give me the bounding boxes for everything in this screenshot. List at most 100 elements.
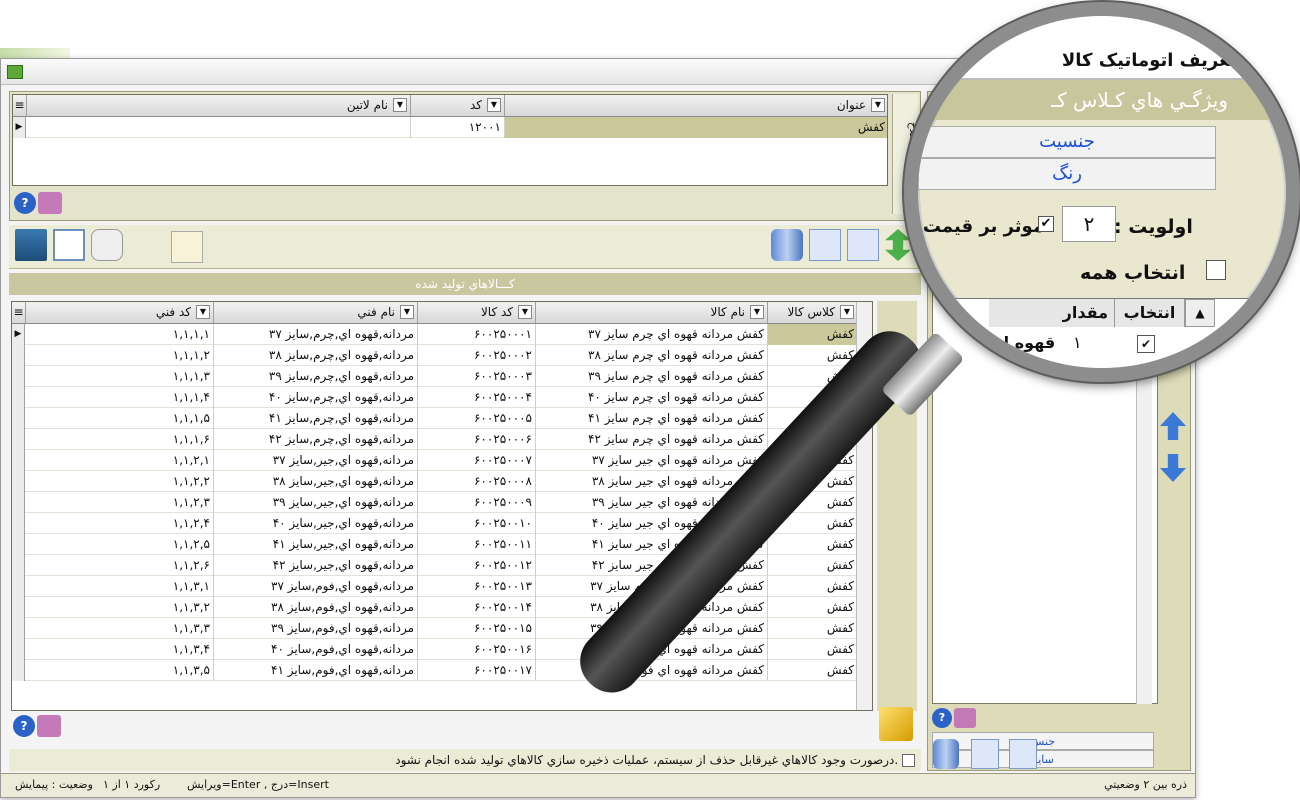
cell-tech-code[interactable]: ۱,۱,۳,۴ — [26, 639, 214, 660]
cell-tech-code[interactable]: ۱,۱,۱,۵ — [26, 408, 214, 429]
zoomed-prop-item[interactable]: جنسيت — [918, 126, 1216, 158]
mailbox-icon[interactable] — [37, 715, 61, 737]
cell-tech-code[interactable]: ۱,۱,۳,۱ — [26, 576, 214, 597]
table-row[interactable]: کفشکفش مردانه قهوه اي فوم سايز ۳۸۶۰۰۲۵۰۰… — [12, 597, 872, 618]
cell-item-name[interactable]: کفش مردانه قهوه اي چرم سايز ۳۹ — [536, 366, 768, 387]
cell-class[interactable]: کفش — [768, 324, 858, 345]
grid-menu-icon[interactable]: ≡ — [13, 95, 27, 117]
cell-tech-code[interactable]: ۱,۱,۱,۲ — [26, 345, 214, 366]
col-header-tech-code[interactable]: کد فني ▼ — [26, 302, 214, 324]
cell-item-name[interactable]: کفش مردانه قهوه اي چرم سايز ۳۸ — [536, 345, 768, 366]
chevron-down-icon[interactable]: ▼ — [840, 305, 854, 319]
cell-item-code[interactable]: ۶۰۰۲۵۰۰۰۱ — [418, 324, 536, 345]
cell-tech-name[interactable]: مردانه,قهوه اي,جير,سايز ۳۹ — [214, 492, 418, 513]
col-header-item-name[interactable]: نام كالا ▼ — [536, 302, 768, 324]
cell-tech-name[interactable]: مردانه,قهوه اي,فوم,سايز ۳۹ — [214, 618, 418, 639]
zoomed-prop-item[interactable]: رنگ — [918, 158, 1216, 190]
cell-latin[interactable] — [27, 117, 411, 138]
cell-item-code[interactable]: ۶۰۰۲۵۰۰۰۸ — [418, 471, 536, 492]
cell-item-code[interactable]: ۶۰۰۲۵۰۰۰۹ — [418, 492, 536, 513]
cell-tech-code[interactable]: ۱,۱,۲,۲ — [26, 471, 214, 492]
help-icon[interactable]: ? — [14, 192, 36, 214]
cell-class[interactable]: کفش — [768, 660, 858, 681]
cell-tech-name[interactable]: مردانه,قهوه اي,فوم,سايز ۳۸ — [214, 597, 418, 618]
help-icon[interactable]: ? — [932, 708, 952, 728]
cell-code[interactable]: ۱۲۰۰۱ — [411, 117, 505, 138]
chevron-down-icon[interactable]: ▼ — [196, 305, 210, 319]
col-header-item-code[interactable]: کد كالا ▼ — [418, 302, 536, 324]
cell-tech-name[interactable]: مردانه,قهوه اي,جير,سايز ۴۲ — [214, 555, 418, 576]
cell-class[interactable]: کفش — [768, 597, 858, 618]
cell-item-name[interactable]: کفش مردانه قهوه اي جير سايز ۳۷ — [536, 450, 768, 471]
mailbox-icon[interactable] — [954, 708, 976, 728]
chevron-down-icon[interactable]: ▼ — [487, 98, 501, 112]
cell-item-code[interactable]: ۶۰۰۲۵۰۰۰۵ — [418, 408, 536, 429]
arrow-down-icon[interactable] — [1160, 454, 1186, 482]
mailbox-icon[interactable] — [38, 192, 62, 214]
cell-item-code[interactable]: ۶۰۰۲۵۰۰۱۳ — [418, 576, 536, 597]
form-edit-icon[interactable] — [171, 231, 203, 263]
delete-icon[interactable] — [771, 229, 803, 261]
chevron-down-icon[interactable]: ▼ — [518, 305, 532, 319]
cell-tech-code[interactable]: ۱,۱,۳,۳ — [26, 618, 214, 639]
cell-tech-code[interactable]: ۱,۱,۱,۱ — [26, 324, 214, 345]
add-box-icon[interactable] — [879, 707, 913, 741]
cell-tech-name[interactable]: مردانه,قهوه اي,جير,سايز ۳۸ — [214, 471, 418, 492]
table-row[interactable]: کفشکفش مردانه قهوه اي جير سايز ۳۷۶۰۰۲۵۰۰… — [12, 450, 872, 471]
cell-tech-code[interactable]: ۱,۱,۲,۶ — [26, 555, 214, 576]
table-row[interactable]: کفشکفش مردانه قهوه اي فوم سايز ۴۰۶۰۰۲۵۰۰… — [12, 639, 872, 660]
edit-icon[interactable] — [971, 739, 999, 769]
zoomed-col-select[interactable]: انتخاب — [1115, 299, 1185, 327]
cell-tech-name[interactable]: مردانه,قهوه اي,فوم,سايز ۳۷ — [214, 576, 418, 597]
cell-tech-name[interactable]: مردانه,قهوه اي,جير,سايز ۴۱ — [214, 534, 418, 555]
cell-tech-name[interactable]: مردانه,قهوه اي,چرم,سايز ۴۲ — [214, 429, 418, 450]
cell-item-name[interactable]: کفش مردانه قهوه اي چرم سايز ۴۰ — [536, 387, 768, 408]
table-row[interactable]: کفش کفش مردانه قهوه اي چرم سايز ۳۸ ۶۰۰۲۵۰۰… — [12, 345, 872, 366]
prevent-save-option[interactable]: درصورت وجود كالاهاي غيرقابل حذف از سيستم… — [9, 749, 921, 771]
zoomed-row-1[interactable]: ✔ ۱ قهوه اي — [989, 329, 1185, 359]
cell-tech-name[interactable]: مردانه,قهوه اي,چرم,سايز ۳۹ — [214, 366, 418, 387]
cell-item-code[interactable]: ۶۰۰۲۵۰۰۱۴ — [418, 597, 536, 618]
grid-menu-icon[interactable]: ≡ — [12, 302, 26, 324]
chevron-down-icon[interactable]: ▼ — [750, 305, 764, 319]
cell-tech-code[interactable]: ۱,۱,۱,۳ — [26, 366, 214, 387]
cell-item-code[interactable]: ۶۰۰۲۵۰۰۱۶ — [418, 639, 536, 660]
cell-tech-code[interactable]: ۱,۱,۱,۴ — [26, 387, 214, 408]
cell-title[interactable]: کفش — [505, 117, 887, 138]
chevron-down-icon[interactable]: ▼ — [400, 305, 414, 319]
zoomed-row-checkbox[interactable]: ✔ — [1137, 335, 1155, 353]
cell-tech-code[interactable]: ۱,۱,۲,۴ — [26, 513, 214, 534]
chevron-down-icon[interactable]: ▼ — [871, 98, 885, 112]
cell-item-name[interactable]: کفش مردانه قهوه اي چرم سايز ۴۲ — [536, 429, 768, 450]
cell-tech-code[interactable]: ۱,۱,۲,۳ — [26, 492, 214, 513]
col-header-class[interactable]: كلاس كالا ▼ — [768, 302, 858, 324]
new-icon[interactable] — [847, 229, 879, 261]
col-header-tech-name[interactable]: نام فني ▼ — [214, 302, 418, 324]
cell-class[interactable]: کفش — [768, 639, 858, 660]
cell-tech-code[interactable]: ۱,۱,۳,۲ — [26, 597, 214, 618]
cell-item-code[interactable]: ۶۰۰۲۵۰۰۰۷ — [418, 450, 536, 471]
cell-tech-name[interactable]: مردانه,قهوه اي,فوم,سايز ۴۱ — [214, 660, 418, 681]
chevron-down-icon[interactable]: ▼ — [393, 98, 407, 112]
cell-item-code[interactable]: ۶۰۰۲۵۰۰۱۱ — [418, 534, 536, 555]
arrow-up-icon[interactable] — [1160, 412, 1186, 440]
col-header-title[interactable]: عنوان ▼ — [505, 95, 887, 117]
priority-input[interactable]: ۲ — [1062, 206, 1116, 242]
cell-item-name[interactable]: کفش مردانه قهوه اي چرم سايز ۴۱ — [536, 408, 768, 429]
table-row[interactable]: کفشکفش مردانه قهوه اي فوم سايز ۴۱۶۰۰۲۵۰۰… — [12, 660, 872, 681]
scroll-icon[interactable] — [91, 229, 123, 261]
table-row[interactable]: کفشکفش مردانه قهوه اي چرم سايز ۴۰۶۰۰۲۵۰۰… — [12, 387, 872, 408]
delete-icon[interactable] — [933, 739, 959, 769]
table-row[interactable]: کفشکفش مردانه قهوه اي فوم سايز ۳۷۶۰۰۲۵۰۰… — [12, 576, 872, 597]
cell-item-code[interactable]: ۶۰۰۲۵۰۰۱۰ — [418, 513, 536, 534]
zoomed-col-value[interactable]: مقدار — [989, 299, 1115, 327]
help-icon[interactable]: ? — [13, 715, 35, 737]
cell-tech-name[interactable]: مردانه,قهوه اي,چرم,سايز ۴۰ — [214, 387, 418, 408]
cell-tech-code[interactable]: ۱,۱,۲,۵ — [26, 534, 214, 555]
cell-class[interactable]: کفش — [768, 534, 858, 555]
cell-tech-name[interactable]: مردانه,قهوه اي,جير,سايز ۴۰ — [214, 513, 418, 534]
cell-tech-code[interactable]: ۱,۱,۲,۱ — [26, 450, 214, 471]
cell-tech-name[interactable]: مردانه,قهوه اي,فوم,سايز ۴۰ — [214, 639, 418, 660]
cell-item-code[interactable]: ۶۰۰۲۵۰۰۰۲ — [418, 345, 536, 366]
cell-class[interactable]: کفش — [768, 345, 858, 366]
